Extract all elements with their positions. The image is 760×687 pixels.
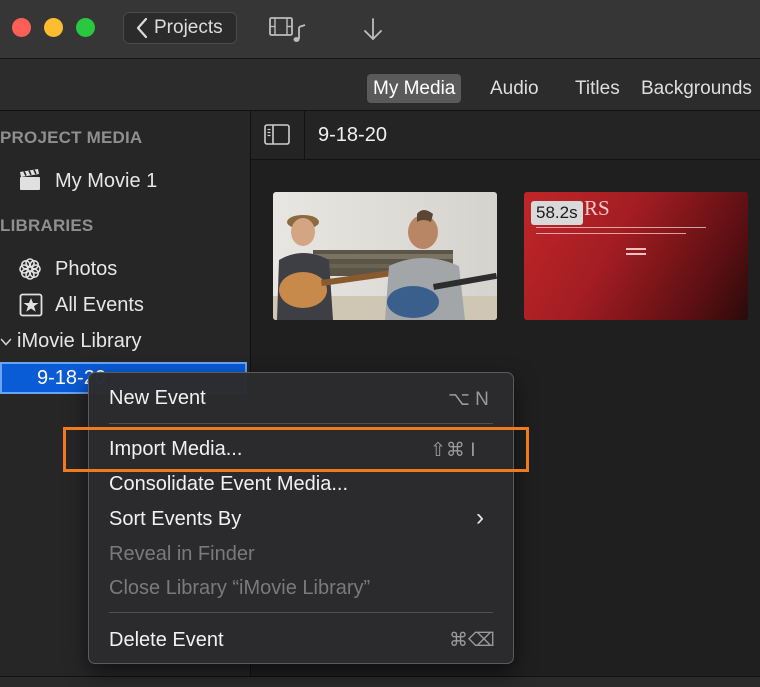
- tab-backgrounds[interactable]: Backgrounds: [635, 74, 758, 103]
- sidebar-toggle-icon[interactable]: [264, 124, 290, 145]
- duration-badge: 58.2s: [531, 201, 583, 225]
- menu-item-reveal-in-finder: Reveal in Finder: [109, 543, 255, 565]
- sidebar-item-photos[interactable]: Photos: [55, 258, 117, 281]
- title-card-bar: [626, 248, 646, 250]
- title-bar: Projects: [0, 0, 760, 59]
- delete-event-shortcut: ⌘⌫: [449, 630, 495, 651]
- zoom-window-button[interactable]: [76, 18, 95, 37]
- video-clip-thumbnail[interactable]: [273, 192, 497, 320]
- sidebar-item-my-movie[interactable]: My Movie 1: [55, 170, 157, 193]
- photos-flower-icon: [19, 258, 41, 280]
- title-card-text-line: [536, 233, 686, 234]
- close-window-button[interactable]: [12, 18, 31, 37]
- menu-separator: [109, 612, 493, 613]
- event-context-menu: New Event ⌥ N Import Media... ⇧⌘ I Conso…: [88, 372, 514, 664]
- libraries-heading: LIBRARIES: [0, 216, 94, 235]
- tab-audio[interactable]: Audio: [484, 74, 545, 103]
- submenu-chevron-icon: ›: [476, 504, 484, 531]
- film-music-icon[interactable]: [268, 15, 310, 45]
- import-media-highlight-box: [63, 427, 529, 472]
- menu-separator: [109, 423, 493, 424]
- clapperboard-icon: [20, 169, 40, 190]
- tab-titles[interactable]: Titles: [569, 74, 626, 103]
- musicians-thumbnail: [273, 192, 497, 320]
- star-box-icon: [19, 293, 43, 317]
- menu-item-sort-events-by[interactable]: Sort Events By: [109, 508, 241, 531]
- tab-my-media[interactable]: My Media: [367, 74, 462, 103]
- projects-back-button[interactable]: Projects: [123, 12, 237, 44]
- title-card-clip-thumbnail[interactable]: RS 58.2s: [524, 192, 748, 320]
- minimize-window-button[interactable]: [44, 18, 63, 37]
- disclosure-chevron-icon[interactable]: [0, 336, 12, 348]
- title-card-text-line: [536, 227, 706, 228]
- browser-header: 9-18-20: [251, 111, 760, 160]
- title-card-text: RS: [584, 196, 610, 220]
- new-event-shortcut: ⌥ N: [448, 389, 489, 410]
- menu-item-consolidate-event-media[interactable]: Consolidate Event Media...: [109, 473, 348, 496]
- project-media-heading: PROJECT MEDIA: [0, 128, 143, 147]
- download-arrow-icon[interactable]: [360, 16, 386, 44]
- title-card-bar: [626, 253, 646, 255]
- menu-item-new-event[interactable]: New Event: [109, 387, 206, 410]
- menu-item-delete-event[interactable]: Delete Event: [109, 629, 224, 652]
- header-divider: [304, 111, 305, 159]
- menu-item-close-library: Close Library “iMovie Library”: [109, 577, 371, 599]
- media-tab-bar: My Media Audio Titles Backgrounds: [0, 59, 760, 111]
- event-title: 9-18-20: [318, 124, 387, 146]
- sidebar-item-all-events[interactable]: All Events: [55, 294, 144, 317]
- sidebar-item-imovie-library[interactable]: iMovie Library: [17, 330, 141, 353]
- projects-button-label: Projects: [154, 17, 223, 38]
- bottom-edge: [0, 676, 760, 687]
- chevron-left-icon: [136, 17, 148, 39]
